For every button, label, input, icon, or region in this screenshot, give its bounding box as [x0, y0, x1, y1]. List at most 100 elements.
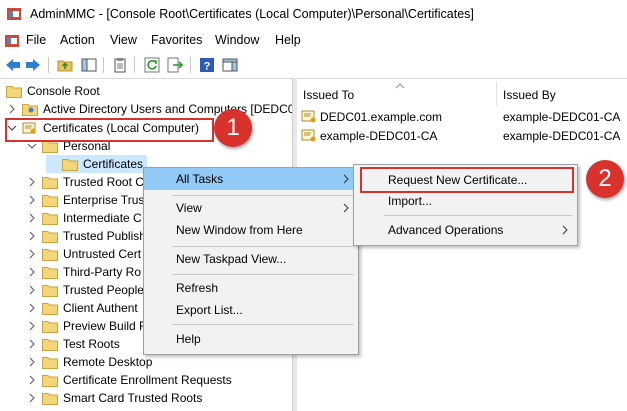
- folder-icon: [42, 194, 58, 207]
- list-item[interactable]: DEDC01.example.com: [301, 108, 442, 126]
- export-list-icon[interactable]: [166, 56, 184, 74]
- chevron-right-icon[interactable]: [26, 230, 38, 242]
- issued-by-cell: example-DEDC01-CA: [503, 110, 621, 124]
- tree-item-label: Trusted Root C: [63, 175, 144, 189]
- callout-badge-1: 1: [214, 109, 252, 147]
- tree-item-test-roots[interactable]: Test Roots: [26, 335, 120, 353]
- folder-icon: [42, 266, 58, 279]
- menu-item-import[interactable]: Import...: [354, 190, 577, 212]
- tree-item-label: Certificate Enrollment Requests: [63, 373, 232, 387]
- chevron-right-icon[interactable]: [26, 374, 38, 386]
- folder-icon: [42, 176, 58, 189]
- menu-item-export[interactable]: Export List...: [144, 299, 358, 321]
- refresh-icon[interactable]: [143, 56, 161, 74]
- menu-help[interactable]: Help: [275, 33, 301, 47]
- chevron-right-icon[interactable]: [26, 356, 38, 368]
- tree-item-label: Console Root: [27, 84, 100, 98]
- tree-item-label: Preview Build R: [63, 319, 148, 333]
- tree-item-label: Active Directory Users and Computers [DE…: [43, 102, 292, 116]
- list-item[interactable]: example-DEDC01-CA: [301, 127, 437, 145]
- column-divider[interactable]: [496, 82, 497, 106]
- back-arrow-icon[interactable]: [4, 56, 22, 74]
- tree-item-third-party-root[interactable]: Third-Party Ro: [26, 263, 141, 281]
- issued-to-cell: DEDC01.example.com: [320, 110, 443, 124]
- menu-item-view[interactable]: View: [144, 197, 358, 219]
- tree-item-label: Certificates: [83, 157, 144, 171]
- tree-item-client-authentication[interactable]: Client Authent: [26, 299, 138, 317]
- chevron-right-icon[interactable]: [26, 266, 38, 278]
- show-hide-action-pane-icon[interactable]: [221, 56, 239, 74]
- tree-item-label: Smart Card Trusted Roots: [63, 391, 203, 405]
- toolbar-separator: [134, 57, 135, 73]
- folder-icon: [42, 248, 58, 261]
- chevron-right-icon[interactable]: [26, 194, 38, 206]
- tree-item-label: Trusted Publish: [63, 229, 146, 243]
- chevron-right-icon[interactable]: [26, 338, 38, 350]
- chevron-right-icon: [561, 219, 569, 248]
- tree-item-smart-card-roots[interactable]: Smart Card Trusted Roots: [26, 389, 202, 407]
- tree-item-trusted-people[interactable]: Trusted People: [26, 281, 144, 299]
- chevron-right-icon[interactable]: [26, 320, 38, 332]
- menu-file[interactable]: File: [26, 33, 46, 47]
- tree-item-remote-desktop[interactable]: Remote Desktop: [26, 353, 152, 371]
- tree-item-label: Trusted People: [63, 283, 144, 297]
- tree-item-preview-build[interactable]: Preview Build R: [26, 317, 148, 335]
- folder-icon: [42, 284, 58, 297]
- chevron-right-icon[interactable]: [26, 284, 38, 296]
- tree-item-trusted-root[interactable]: Trusted Root C: [26, 173, 144, 191]
- folder-icon: [42, 356, 58, 369]
- chevron-right-icon[interactable]: [26, 176, 38, 188]
- menu-item-new-taskpad[interactable]: New Taskpad View...: [144, 248, 358, 270]
- toolbar-separator: [48, 57, 49, 73]
- menu-bar: File Action View Favorites Window Help: [0, 30, 627, 52]
- context-menu: All Tasks View New Window from Here New …: [143, 167, 359, 355]
- tree-item-trusted-publishers[interactable]: Trusted Publish: [26, 227, 146, 245]
- menu-item-all-tasks[interactable]: All Tasks: [144, 168, 358, 190]
- folder-icon: [42, 302, 58, 315]
- menu-favorites[interactable]: Favorites: [151, 33, 202, 47]
- menu-item-refresh[interactable]: Refresh: [144, 277, 358, 299]
- chevron-right-icon[interactable]: [6, 103, 18, 115]
- tree-item-untrusted[interactable]: Untrusted Cert: [26, 245, 141, 263]
- tree-item-label: Intermediate C: [63, 211, 142, 225]
- help-icon[interactable]: ?: [198, 56, 216, 74]
- column-header-issued-to[interactable]: Issued To: [303, 84, 354, 106]
- tree-item-ad-users[interactable]: Active Directory Users and Computers [DE…: [6, 100, 292, 118]
- toolbar-separator: [103, 57, 104, 73]
- chevron-right-icon[interactable]: [26, 392, 38, 404]
- menu-separator: [172, 195, 354, 196]
- menu-item-help[interactable]: Help: [144, 328, 358, 350]
- menu-separator: [384, 215, 572, 216]
- ad-users-icon: [22, 103, 38, 116]
- chevron-right-icon[interactable]: [26, 248, 38, 260]
- menu-window[interactable]: Window: [215, 33, 259, 47]
- highlight-box-request-new: [360, 167, 574, 193]
- folder-icon: [42, 320, 58, 333]
- tree-item-label: Third-Party Ro: [63, 265, 142, 279]
- chevron-right-icon: [342, 168, 350, 197]
- menu-item-new-window[interactable]: New Window from Here: [144, 219, 358, 241]
- clipboard-icon[interactable]: [111, 56, 129, 74]
- chevron-right-icon[interactable]: [26, 302, 38, 314]
- tree-item-certificates[interactable]: Certificates: [46, 155, 148, 173]
- menu-view[interactable]: View: [110, 33, 137, 47]
- tree-item-enrollment-requests[interactable]: Certificate Enrollment Requests: [26, 371, 232, 389]
- tree-item-label: Remote Desktop: [63, 355, 153, 369]
- chevron-right-icon[interactable]: [26, 212, 38, 224]
- tree-item-label: Enterprise Trus: [63, 193, 145, 207]
- menu-action[interactable]: Action: [60, 33, 95, 47]
- tree-item-console-root[interactable]: Console Root: [6, 82, 100, 100]
- column-header-issued-by[interactable]: Issued By: [503, 84, 556, 106]
- svg-text:?: ?: [204, 61, 211, 73]
- sort-ascending-icon: [395, 80, 405, 92]
- tree-item-enterprise-trust[interactable]: Enterprise Trus: [26, 191, 144, 209]
- menu-item-advanced-operations[interactable]: Advanced Operations: [354, 219, 577, 241]
- tree-item-intermediate[interactable]: Intermediate C: [26, 209, 142, 227]
- folder-icon: [62, 158, 78, 171]
- up-folder-icon[interactable]: [56, 56, 74, 74]
- certificate-icon: [301, 110, 316, 123]
- forward-arrow-icon[interactable]: [24, 56, 42, 74]
- show-hide-tree-icon[interactable]: [80, 56, 98, 74]
- highlight-box-certificates: [5, 118, 214, 142]
- console-menu-icon[interactable]: [4, 33, 20, 49]
